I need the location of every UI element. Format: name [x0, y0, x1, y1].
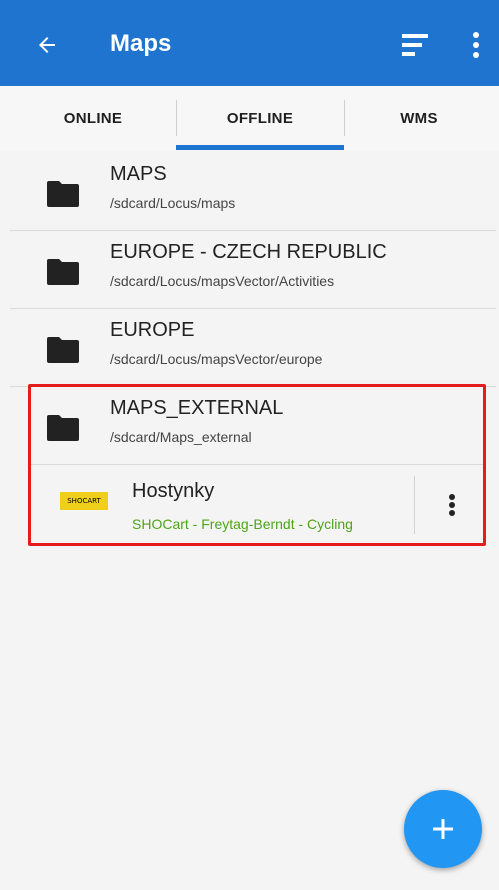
folder-path: /sdcard/Locus/mapsVector/Activities: [110, 273, 335, 289]
folder-item-europe[interactable]: EUROPE /sdcard/Locus/mapsVector/europe: [10, 310, 496, 386]
tab-offline[interactable]: OFFLINE: [176, 86, 344, 150]
folder-item-maps[interactable]: MAPS /sdcard/Locus/maps: [10, 154, 496, 230]
divider: [10, 308, 496, 309]
tab-bar: ONLINE OFFLINE WMS: [0, 86, 499, 150]
folder-name: EUROPE - CZECH REPUBLIC: [110, 241, 387, 263]
page-title: Maps: [110, 30, 172, 57]
tab-wms[interactable]: WMS: [344, 86, 494, 150]
folder-path: /sdcard/Locus/mapsVector/europe: [110, 351, 323, 367]
highlight-box: [28, 384, 486, 546]
arrow-left-icon[interactable]: [30, 28, 64, 62]
app-bar: Maps: [0, 0, 499, 86]
folder-icon: [46, 258, 80, 286]
folder-icon: [46, 180, 80, 208]
folder-path: /sdcard/Locus/maps: [110, 195, 236, 211]
divider: [10, 230, 496, 231]
add-map-button[interactable]: [404, 790, 482, 868]
plus-icon: [433, 819, 453, 839]
folder-name: EUROPE: [110, 319, 195, 341]
folder-name: MAPS: [110, 163, 167, 185]
tab-indicator: [176, 145, 344, 150]
more-vert-icon[interactable]: [466, 28, 486, 62]
sort-filter-icon[interactable]: [400, 31, 432, 59]
tab-online[interactable]: ONLINE: [10, 86, 176, 150]
folder-icon: [46, 336, 80, 364]
folder-item-europe-czech-republic[interactable]: EUROPE - CZECH REPUBLIC /sdcard/Locus/ma…: [10, 232, 496, 308]
